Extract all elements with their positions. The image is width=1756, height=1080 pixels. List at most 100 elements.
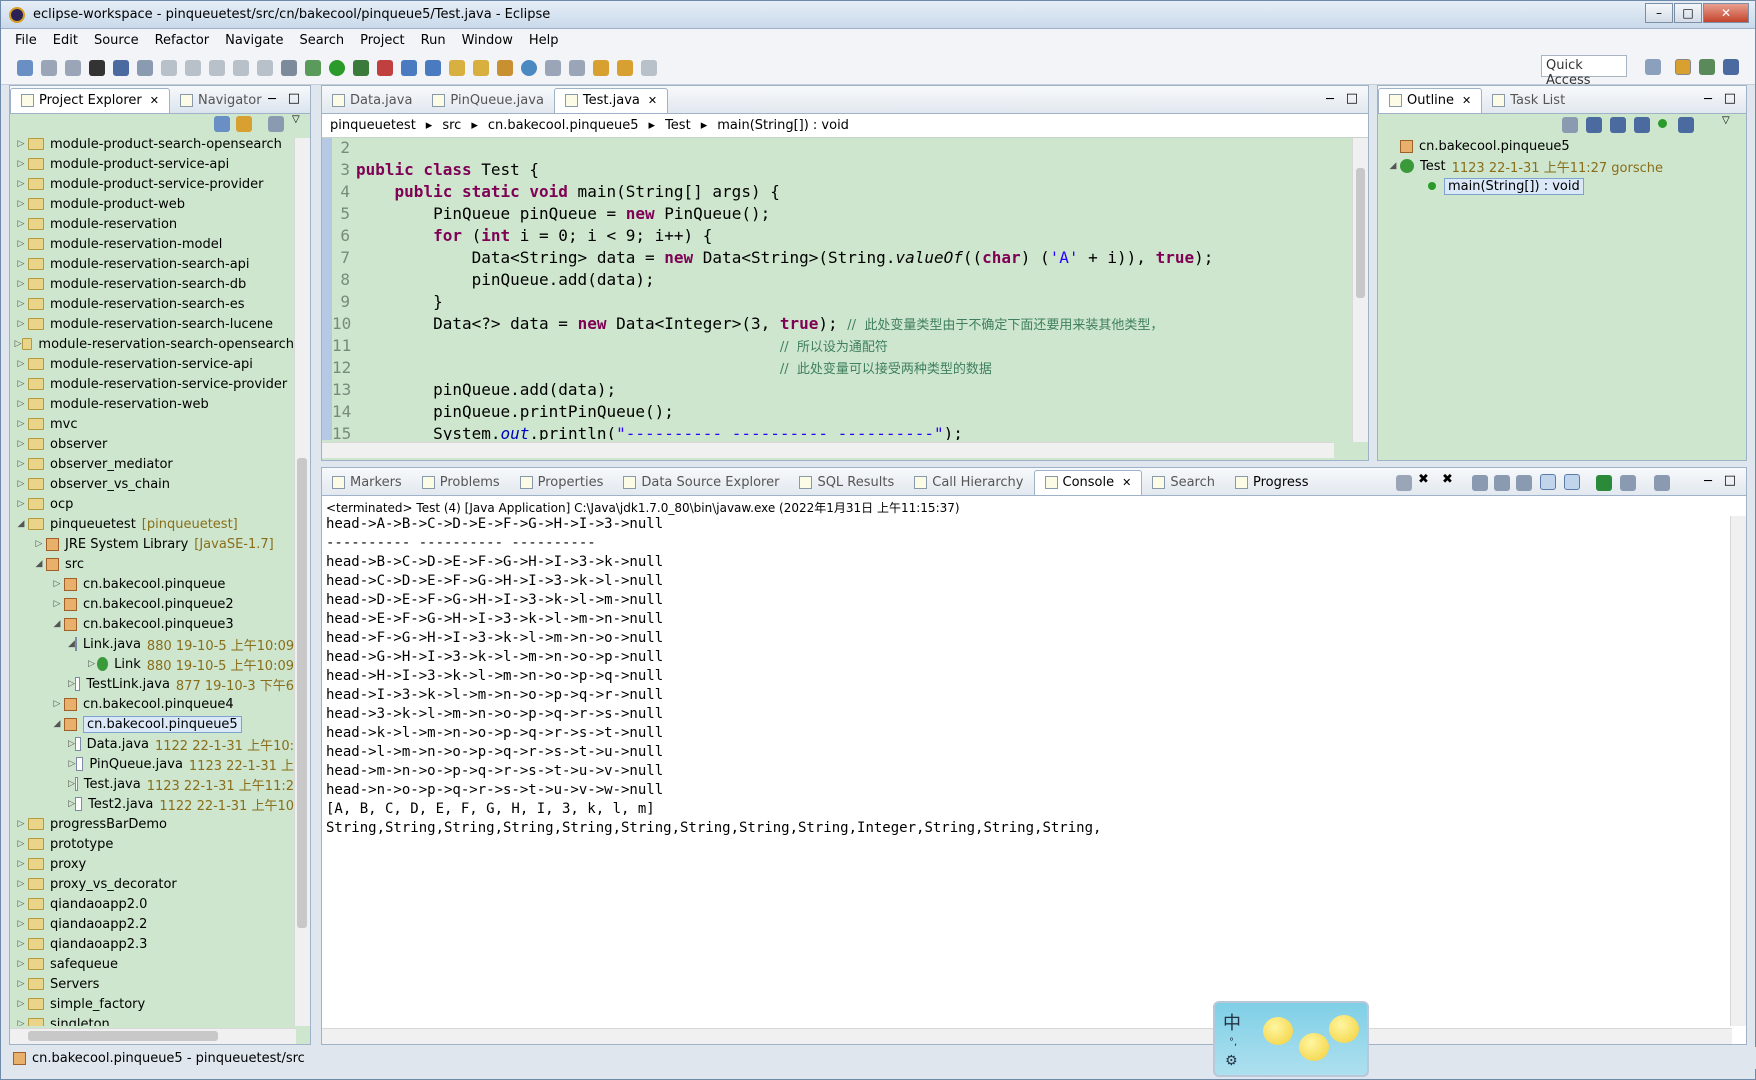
tree-item[interactable]: ▷ module-product-service-provider bbox=[10, 174, 294, 194]
expand-arrow-icon[interactable]: ▷ bbox=[14, 419, 28, 429]
tab-problems[interactable]: Problems bbox=[412, 471, 510, 495]
breadcrumb-package[interactable]: cn.bakecool.pinqueue5 bbox=[488, 118, 639, 133]
tab-data-java[interactable]: Data.java bbox=[322, 89, 422, 113]
menu-run[interactable]: Run bbox=[413, 33, 454, 48]
expand-arrow-icon[interactable]: ▷ bbox=[68, 799, 75, 809]
tab-outline[interactable]: Outline ✕ bbox=[1378, 88, 1483, 113]
expand-arrow-icon[interactable]: ◢ bbox=[68, 639, 75, 649]
save-all-icon[interactable] bbox=[65, 59, 81, 76]
expand-arrow-icon[interactable]: ▷ bbox=[14, 479, 28, 489]
menu-edit[interactable]: Edit bbox=[45, 33, 86, 48]
tree-vertical-scrollbar[interactable] bbox=[294, 138, 310, 1026]
expand-arrow-icon[interactable]: ▷ bbox=[14, 219, 28, 229]
collapse-all-icon[interactable] bbox=[214, 116, 230, 132]
tab-properties[interactable]: Properties bbox=[510, 471, 614, 495]
expand-arrow-icon[interactable]: ▷ bbox=[14, 999, 28, 1009]
format-icon[interactable] bbox=[281, 59, 297, 76]
java-ee-perspective-icon[interactable] bbox=[1675, 59, 1691, 75]
terminate-icon[interactable] bbox=[209, 59, 225, 76]
menu-file[interactable]: File bbox=[7, 33, 45, 48]
ime-toolbar[interactable]: 中 °, ⚙ bbox=[1213, 1001, 1369, 1077]
tab-pinqueue-java[interactable]: PinQueue.java bbox=[422, 89, 553, 113]
expand-arrow-icon[interactable]: ▷ bbox=[32, 539, 46, 549]
expand-arrow-icon[interactable]: ◢ bbox=[14, 519, 28, 529]
expand-arrow-icon[interactable]: ▷ bbox=[14, 939, 28, 949]
tree-item[interactable]: ▷ module-reservation-search-api bbox=[10, 254, 294, 274]
tree-item[interactable]: ▷ cn.bakecool.pinqueue2 bbox=[10, 594, 294, 614]
tree-item[interactable]: ▷ module-product-web bbox=[10, 194, 294, 214]
hide-local-types-icon[interactable] bbox=[1678, 117, 1694, 133]
coverage-icon[interactable] bbox=[353, 59, 369, 76]
menu-window[interactable]: Window bbox=[454, 33, 521, 48]
tab-progress[interactable]: Progress bbox=[1225, 471, 1318, 495]
maximize-view-icon[interactable]: □ bbox=[1346, 91, 1358, 106]
tree-item[interactable]: ▷ observer_vs_chain bbox=[10, 474, 294, 494]
tree-item[interactable]: ▷ singleton bbox=[10, 1014, 294, 1026]
open-type-icon[interactable] bbox=[449, 59, 465, 76]
code-editor[interactable]: 2 3 public class Test { 4 public static v… bbox=[322, 138, 1348, 440]
menu-navigate[interactable]: Navigate bbox=[217, 33, 291, 48]
tree-item[interactable]: ▷ Servers bbox=[10, 974, 294, 994]
tab-test-java[interactable]: Test.java ✕ bbox=[553, 88, 669, 113]
collapse-outline-icon[interactable] bbox=[1562, 117, 1578, 133]
expand-arrow-icon[interactable]: ▷ bbox=[14, 859, 28, 869]
maximize-view-icon[interactable]: □ bbox=[1724, 473, 1736, 488]
step-into-icon[interactable] bbox=[233, 59, 249, 76]
word-wrap-icon[interactable] bbox=[1516, 475, 1532, 491]
expand-arrow-icon[interactable]: ▷ bbox=[68, 779, 75, 789]
breadcrumb-project[interactable]: pinqueuetest bbox=[330, 118, 416, 133]
run-icon[interactable] bbox=[329, 59, 345, 76]
console-horizontal-scrollbar[interactable] bbox=[322, 1028, 1732, 1044]
scroll-lock-icon[interactable] bbox=[1494, 475, 1510, 491]
console-output[interactable]: head->A->B->C->D->E->F->G->H->I->3->null… bbox=[326, 516, 1726, 1026]
tab-data-source-explorer[interactable]: Data Source Explorer bbox=[613, 471, 789, 495]
tree-item[interactable]: ▷ cn.bakecool.pinqueue4 bbox=[10, 694, 294, 714]
close-icon[interactable]: ✕ bbox=[1122, 476, 1131, 489]
tree-item[interactable]: ▷ module-reservation-service-provider bbox=[10, 374, 294, 394]
tab-markers[interactable]: Markers bbox=[322, 471, 412, 495]
tree-item[interactable]: ▷ progressBarDemo bbox=[10, 814, 294, 834]
show-stdout-icon[interactable] bbox=[1540, 474, 1556, 490]
breadcrumb-src[interactable]: src bbox=[442, 118, 461, 133]
hide-static-icon[interactable] bbox=[1634, 117, 1650, 133]
tree-item[interactable]: ▷ module-reservation-service-api bbox=[10, 354, 294, 374]
outline-item-method[interactable]: main(String[]) : void bbox=[1386, 176, 1746, 196]
expand-arrow-icon[interactable]: ▷ bbox=[14, 899, 28, 909]
menu-source[interactable]: Source bbox=[86, 33, 147, 48]
expand-arrow-icon[interactable]: ▷ bbox=[14, 299, 28, 309]
clear-console-icon[interactable] bbox=[1472, 475, 1488, 491]
tree-item[interactable]: ▷ module-reservation-web bbox=[10, 394, 294, 414]
tree-item[interactable]: ▷ cn.bakecool.pinqueue bbox=[10, 574, 294, 594]
tree-item[interactable]: ▷ module-product-search-opensearch bbox=[10, 134, 294, 154]
tree-item[interactable]: ▷ prototype bbox=[10, 834, 294, 854]
maximize-view-icon[interactable]: □ bbox=[288, 91, 300, 106]
minimize-button[interactable]: – bbox=[1645, 3, 1673, 23]
tree-item[interactable]: ▷ Test.java 1123 22-1-31 上午11:2 bbox=[10, 774, 294, 794]
tree-item[interactable]: ▷ ocp bbox=[10, 494, 294, 514]
expand-arrow-icon[interactable]: ▷ bbox=[68, 759, 76, 769]
tab-project-explorer[interactable]: Project Explorer ✕ bbox=[10, 88, 170, 113]
tree-item[interactable]: ▷ qiandaoapp2.3 bbox=[10, 934, 294, 954]
tree-item[interactable]: ◢ cn.bakecool.pinqueue3 bbox=[10, 614, 294, 634]
tree-item[interactable]: ▷ module-reservation-search-es bbox=[10, 294, 294, 314]
expand-arrow-icon[interactable]: ▷ bbox=[14, 359, 28, 369]
expand-arrow-icon[interactable]: ▷ bbox=[14, 879, 28, 889]
expand-arrow-icon[interactable]: ▷ bbox=[14, 279, 28, 289]
display-console-icon[interactable] bbox=[1620, 475, 1636, 491]
terminate-console-icon[interactable] bbox=[1396, 475, 1412, 491]
tree-item[interactable]: ▷ module-reservation-model bbox=[10, 234, 294, 254]
tree-item[interactable]: ▷ simple_factory bbox=[10, 994, 294, 1014]
tree-item[interactable]: ▷ proxy bbox=[10, 854, 294, 874]
tree-item[interactable]: ◢ src bbox=[10, 554, 294, 574]
outline-item-package[interactable]: cn.bakecool.pinqueue5 bbox=[1386, 136, 1746, 156]
open-console-icon[interactable] bbox=[1654, 475, 1670, 491]
tab-navigator[interactable]: Navigator bbox=[170, 89, 272, 113]
expand-arrow-icon[interactable]: ▷ bbox=[14, 459, 28, 469]
expand-arrow-icon[interactable]: ▷ bbox=[68, 739, 75, 749]
ime-mode-label[interactable]: 中 bbox=[1223, 1009, 1241, 1035]
minimize-view-icon[interactable]: ─ bbox=[1704, 474, 1712, 489]
terminal-icon[interactable] bbox=[113, 59, 129, 76]
tree-item[interactable]: ▷ module-reservation bbox=[10, 214, 294, 234]
tree-item[interactable]: ▷ mvc bbox=[10, 414, 294, 434]
debug-icon[interactable] bbox=[305, 59, 321, 76]
